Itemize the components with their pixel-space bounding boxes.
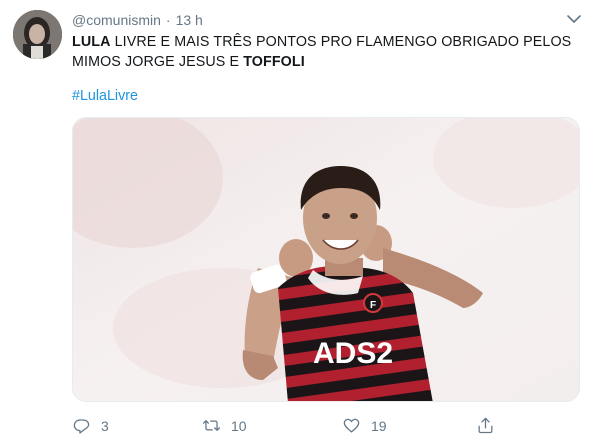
user-handle[interactable]: @comunismin xyxy=(72,12,161,28)
share-icon xyxy=(478,417,493,434)
tweet-header: @comunismin · 13 h xyxy=(72,11,203,29)
retweet-button[interactable]: 10 xyxy=(202,416,247,435)
tweet-actions: 3 10 19 xyxy=(72,416,512,438)
avatar-image xyxy=(13,10,62,59)
media-gif[interactable]: F ADS2 xyxy=(72,117,580,402)
reply-button[interactable]: 3 xyxy=(72,416,109,435)
like-count: 19 xyxy=(371,417,387,434)
share-button[interactable] xyxy=(476,416,505,435)
chevron-down-icon[interactable] xyxy=(566,13,582,25)
tweet-text-part: TOFFOLI xyxy=(243,54,305,70)
avatar[interactable] xyxy=(13,10,62,59)
tweet-text: LULA LIVRE E MAIS TRÊS PONTOS PRO FLAMEN… xyxy=(72,32,577,72)
svg-text:F: F xyxy=(370,300,376,311)
timestamp[interactable]: 13 h xyxy=(176,12,203,28)
reply-icon xyxy=(73,419,90,434)
retweet-icon xyxy=(202,420,221,431)
like-button[interactable]: 19 xyxy=(342,416,387,435)
heart-icon xyxy=(343,418,360,433)
hashtag-link[interactable]: #LulaLivre xyxy=(72,88,138,104)
jersey-text: ADS2 xyxy=(313,337,393,370)
tweet-text-part: LIVRE E MAIS TRÊS PONTOS PRO FLAMENGO OB… xyxy=(72,34,572,70)
separator-dot: · xyxy=(165,12,171,28)
tweet-card[interactable]: @comunismin · 13 h LULA LIVRE E MAIS TRÊ… xyxy=(0,0,600,446)
reply-count: 3 xyxy=(101,417,109,434)
retweet-count: 10 xyxy=(231,417,247,434)
tweet-text-part: LULA xyxy=(72,34,111,50)
gif-image: F ADS2 xyxy=(73,118,579,401)
